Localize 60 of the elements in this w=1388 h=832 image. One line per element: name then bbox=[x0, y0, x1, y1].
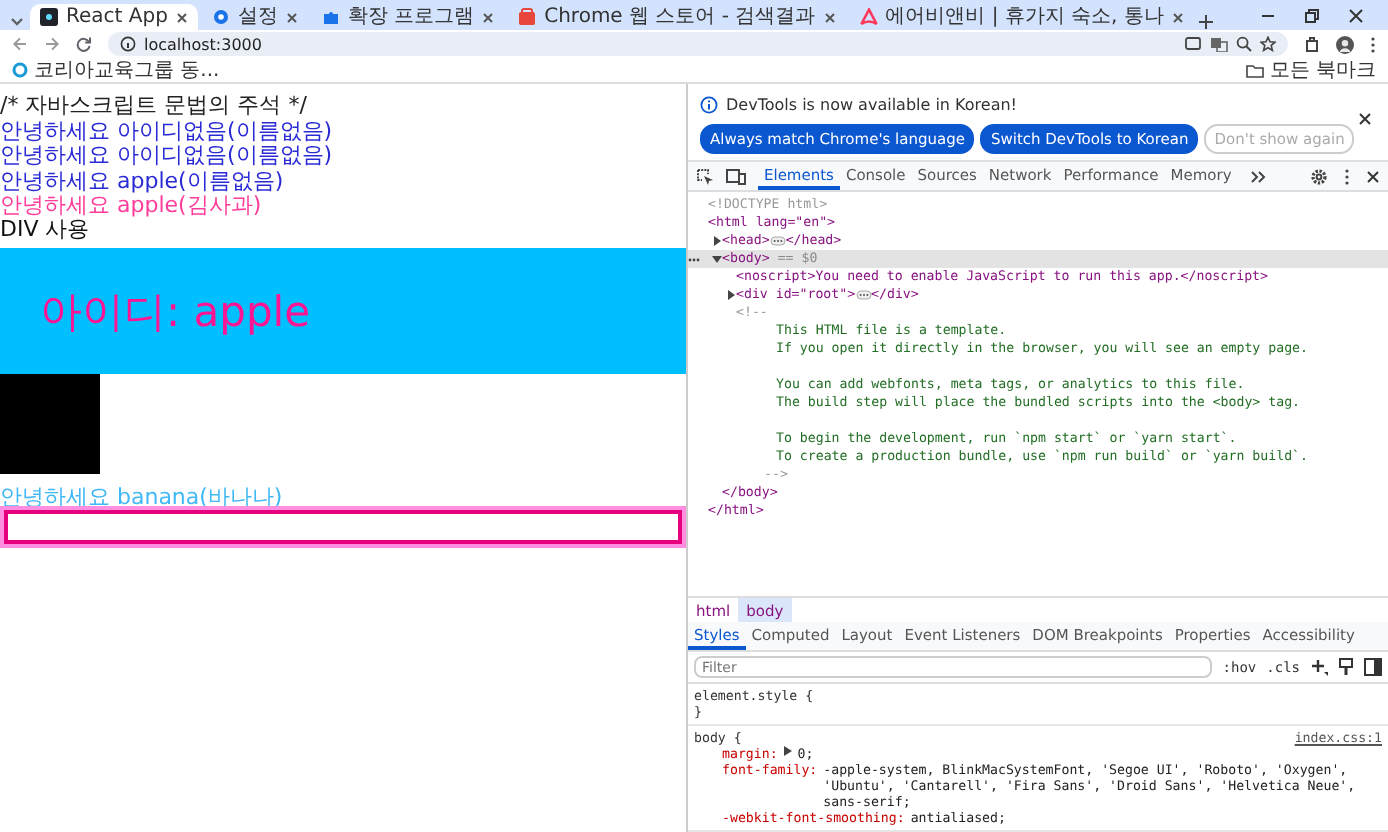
reload-icon[interactable] bbox=[76, 36, 92, 52]
browser-tab[interactable]: Chrome 웹 스토어 - 검색결과 bbox=[508, 4, 846, 30]
tab-favicon-icon bbox=[321, 8, 340, 26]
all-bookmarks[interactable]: 모든 북마크 bbox=[1245, 56, 1376, 84]
disclosure-triangle-icon[interactable] bbox=[725, 290, 735, 300]
browser-tab[interactable]: React App bbox=[30, 4, 198, 30]
menu-icon[interactable] bbox=[1370, 35, 1376, 53]
close-icon[interactable] bbox=[1171, 11, 1184, 23]
back-icon[interactable] bbox=[12, 36, 28, 52]
browser-tab[interactable]: 확장 프로그램 bbox=[311, 4, 505, 30]
new-rule-icon[interactable] bbox=[1310, 658, 1328, 676]
device-toolbar-icon[interactable] bbox=[726, 167, 746, 185]
settings-icon[interactable] bbox=[1310, 167, 1328, 185]
folder-icon bbox=[1245, 63, 1264, 77]
greeting-text: DIV 사용 bbox=[0, 217, 92, 243]
ellipsis-icon[interactable] bbox=[769, 236, 786, 246]
tab-favicon-icon bbox=[518, 8, 537, 26]
new-tab-icon[interactable] bbox=[1197, 14, 1214, 30]
star-icon[interactable] bbox=[1260, 36, 1276, 52]
tab-favicon-icon bbox=[40, 8, 58, 26]
square-block bbox=[0, 374, 100, 475]
close-icon[interactable] bbox=[1366, 169, 1380, 183]
restore-icon[interactable] bbox=[1304, 7, 1320, 23]
tab-list-icon[interactable] bbox=[8, 12, 26, 30]
browser-tab[interactable]: 설정 bbox=[201, 4, 308, 30]
inspect-icon[interactable] bbox=[696, 167, 714, 185]
ellipsis-icon[interactable] bbox=[855, 290, 872, 300]
expand-triangle-icon[interactable] bbox=[783, 746, 792, 756]
greeting-text: 안녕하세요 아이디없음(이름없음) bbox=[0, 118, 335, 144]
globe-icon bbox=[12, 62, 28, 78]
close-icon[interactable] bbox=[175, 11, 188, 23]
avatar-icon[interactable] bbox=[1336, 35, 1354, 53]
paint-icon[interactable] bbox=[1338, 658, 1354, 676]
id-text: 아이디: apple bbox=[40, 285, 311, 340]
close-icon[interactable] bbox=[1358, 112, 1372, 126]
greeting-text: 안녕하세요 apple(이름없음) bbox=[0, 168, 286, 194]
translate-icon[interactable] bbox=[1210, 36, 1228, 52]
info-icon[interactable] bbox=[120, 36, 136, 52]
close-icon[interactable] bbox=[1348, 7, 1364, 23]
greeting-text: 안녕하세요 apple(김사과) bbox=[0, 193, 262, 218]
close-icon[interactable] bbox=[482, 11, 495, 23]
input-field[interactable] bbox=[4, 509, 682, 544]
more-icon[interactable] bbox=[1344, 167, 1350, 185]
more-tabs-icon[interactable] bbox=[1249, 169, 1266, 183]
close-icon[interactable] bbox=[823, 11, 836, 23]
info-icon bbox=[700, 96, 718, 114]
zoom-icon[interactable] bbox=[1236, 36, 1252, 52]
tab-favicon-icon bbox=[211, 8, 230, 26]
forward-icon[interactable] bbox=[44, 36, 60, 52]
notice-message: DevTools is now available in Korean! bbox=[726, 96, 1017, 114]
sidebar-icon[interactable] bbox=[1364, 658, 1382, 676]
close-icon[interactable] bbox=[285, 11, 298, 23]
greeting-text: 안녕하세요 아이디없음(이름없음) bbox=[0, 143, 335, 169]
address-bar[interactable]: localhost:3000 bbox=[108, 32, 1288, 56]
greeting-text: /* 자바스크립트 문법의 주석 */ bbox=[0, 94, 309, 119]
bookmark[interactable]: 코리아교육그룹 동... bbox=[12, 56, 220, 84]
tab-favicon-icon bbox=[859, 8, 878, 26]
cast-icon[interactable] bbox=[1184, 36, 1202, 52]
browser-tab[interactable]: 에어비앤비 | 휴가지 숙소, 통나 bbox=[849, 4, 1194, 30]
extensions-icon[interactable] bbox=[1304, 36, 1320, 52]
